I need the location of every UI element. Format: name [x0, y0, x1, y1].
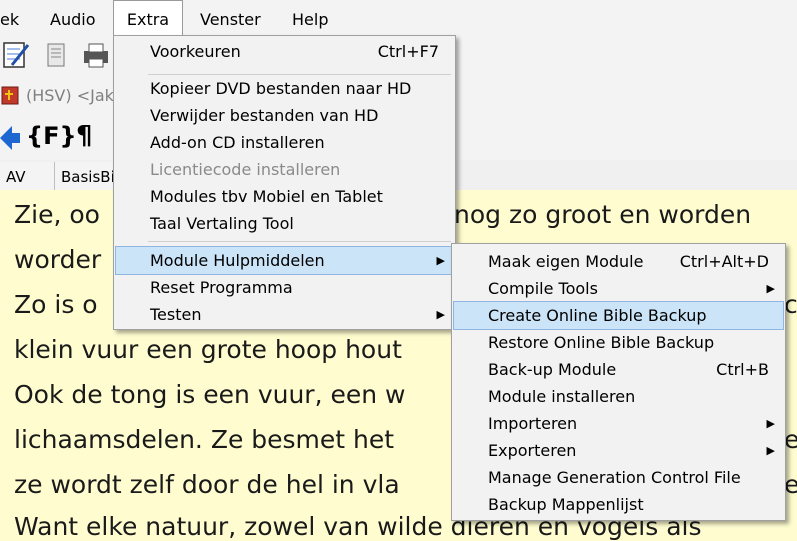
- submenu-arrow-icon: ▶: [436, 254, 445, 267]
- menu-item-reset-programma[interactable]: Reset Programma: [116, 274, 453, 301]
- format-button[interactable]: {F}: [26, 122, 77, 150]
- menu-item-modules-mobiel[interactable]: Modules tbv Mobiel en Tablet: [116, 183, 453, 210]
- menu-item-restore-backup[interactable]: Restore Online Bible Backup: [454, 329, 783, 356]
- submenu-arrow-icon: ▶: [766, 444, 775, 457]
- tab-av[interactable]: AV: [0, 162, 55, 190]
- menu-extra[interactable]: Extra: [113, 0, 183, 35]
- menu-item-verwijder-bestanden[interactable]: Verwijder bestanden van HD: [116, 102, 453, 129]
- location-text: (HSV) <Jak: [26, 86, 114, 105]
- printer-icon[interactable]: [80, 39, 112, 71]
- extra-menu: Voorkeuren Ctrl+F7 Kopieer DVD bestanden …: [113, 35, 456, 330]
- menu-item-exporteren[interactable]: Exporteren ▶: [454, 437, 783, 464]
- scroll-icon[interactable]: [40, 39, 72, 71]
- menu-ek[interactable]: ek: [0, 0, 22, 36]
- text-line: lichaamsdelen. Ze besmet het: [14, 425, 395, 454]
- submenu-arrow-icon: ▶: [766, 282, 775, 295]
- notepad-icon[interactable]: [0, 39, 32, 71]
- menu-audio[interactable]: Audio: [50, 0, 95, 36]
- module-hulpmiddelen-submenu: Maak eigen Module Ctrl+Alt+D Compile Tool…: [451, 243, 786, 521]
- text-line: nog zo groot en worden: [454, 200, 752, 229]
- text-line: ze wordt zelf door de hel in vla: [14, 470, 400, 499]
- menu-item-module-hulpmiddelen[interactable]: Module Hulpmiddelen ▶: [115, 246, 454, 275]
- menu-item-taal-vertaling[interactable]: Taal Vertaling Tool: [116, 210, 453, 237]
- menubar: ek Audio Extra Venster Help: [0, 0, 797, 37]
- submenu-arrow-icon: ▶: [436, 308, 445, 321]
- menu-item-addon-cd[interactable]: Add-on CD installeren: [116, 129, 453, 156]
- menu-item-importeren[interactable]: Importeren ▶: [454, 410, 783, 437]
- menu-item-maak-eigen-module[interactable]: Maak eigen Module Ctrl+Alt+D: [454, 248, 783, 275]
- menu-item-compile-tools[interactable]: Compile Tools ▶: [454, 275, 783, 302]
- menu-item-create-backup[interactable]: Create Online Bible Backup: [453, 301, 784, 330]
- menu-item-manage-generation[interactable]: Manage Generation Control File: [454, 464, 783, 491]
- menu-item-module-installeren[interactable]: Module installeren: [454, 383, 783, 410]
- menu-venster[interactable]: Venster: [200, 0, 261, 36]
- text-line: Zo is o: [14, 290, 98, 319]
- menu-help[interactable]: Help: [292, 0, 328, 36]
- paragraph-button[interactable]: ¶: [76, 121, 93, 151]
- menu-item-voorkeuren[interactable]: Voorkeuren Ctrl+F7: [116, 38, 453, 65]
- text-line: worder: [14, 245, 102, 274]
- tab-basisbijbel[interactable]: BasisBij: [55, 162, 119, 190]
- back-arrow-icon[interactable]: [0, 124, 20, 152]
- text-line: klein vuur een grote hoop hout: [14, 335, 402, 364]
- text-line: Ook de tong is een vuur, een w: [14, 380, 406, 409]
- menu-item-backup-module[interactable]: Back-up Module Ctrl+B: [454, 356, 783, 383]
- menu-item-kopieer-dvd[interactable]: Kopieer DVD bestanden naar HD: [116, 75, 453, 102]
- menu-separator: [148, 241, 451, 242]
- menu-item-testen[interactable]: Testen ▶: [116, 301, 453, 328]
- menu-item-backup-mappenlijst[interactable]: Backup Mappenlijst: [454, 491, 783, 518]
- bible-icon: [1, 86, 19, 105]
- menu-item-licentiecode: Licentiecode installeren: [150, 160, 341, 179]
- submenu-arrow-icon: ▶: [766, 417, 775, 430]
- text-line: Zie, oo: [14, 200, 100, 229]
